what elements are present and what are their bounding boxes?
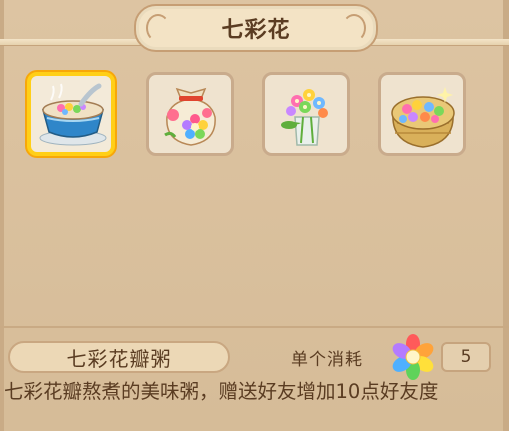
panel-title: 七彩花 [221,18,291,43]
item-name: 七彩花瓣粥 [66,346,172,371]
panel-left-edge [0,0,4,431]
porridge-bowl-icon [39,83,107,146]
rainbow-flower-icon [392,334,434,380]
cost-value: 5 [460,347,472,367]
cost-value-box: 5 [441,342,491,372]
item-description: 七彩花瓣熬煮的美味粥，赠送好友增加10点好友度 [4,380,439,403]
title-banner: 七彩花 [134,4,378,52]
item-slot-flower-basket[interactable] [378,72,466,156]
banner-curl-right [342,14,366,42]
item-slot-flower-vase[interactable] [262,72,350,156]
item-slot-porridge[interactable] [27,72,115,156]
flower-sack-icon [164,87,216,146]
section-divider [0,326,509,328]
flower-vase-icon [281,89,328,146]
banner-curl-left [146,14,170,42]
panel-right-edge [503,0,509,431]
item-slot-flower-sack[interactable] [146,72,234,156]
gift-panel: 七彩花 七彩花瓣粥 单个消耗 5 七彩花瓣熬煮的美味粥，赠送好友增加10点好友度 [0,0,509,431]
flower-basket-icon [391,87,455,148]
cost-label: 单个消耗 [291,350,363,370]
item-name-pill: 七彩花瓣粥 [8,341,230,373]
